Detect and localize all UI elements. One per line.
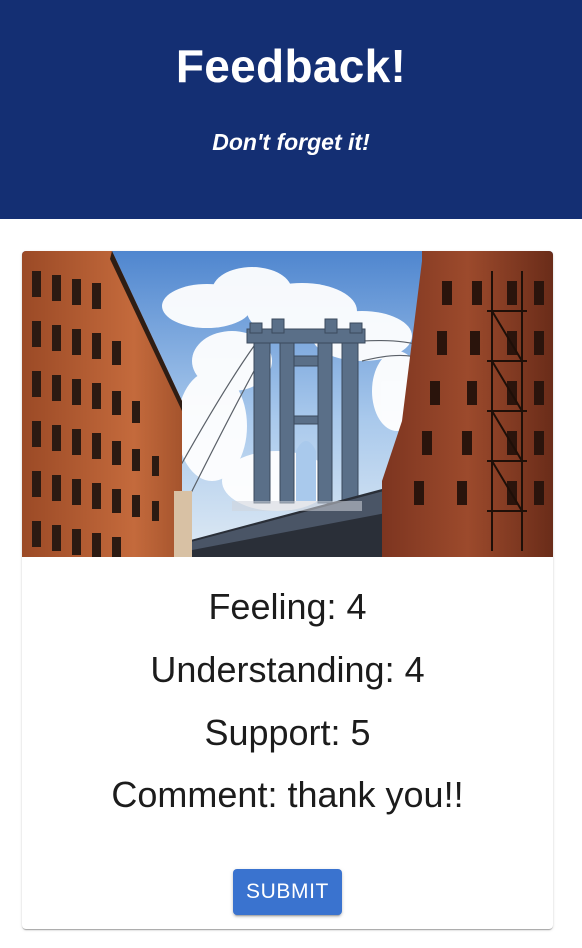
review-card: Feeling: 4 Understanding: 4 Support: 5 C… bbox=[22, 251, 553, 929]
bridge-photo bbox=[22, 251, 553, 557]
understanding-value: Understanding: 4 bbox=[150, 649, 425, 690]
comment-value: Comment: thank you!! bbox=[111, 774, 464, 815]
app-header: Feedback! Don't forget it! bbox=[0, 0, 582, 219]
feeling-value: Feeling: 4 bbox=[208, 586, 367, 627]
page-subtitle: Don't forget it! bbox=[212, 129, 370, 155]
page-title: Feedback! bbox=[175, 40, 407, 92]
support-value: Support: 5 bbox=[204, 712, 371, 753]
submit-button[interactable]: SUBMIT bbox=[233, 869, 342, 915]
bridge-tower-arch bbox=[296, 441, 316, 501]
